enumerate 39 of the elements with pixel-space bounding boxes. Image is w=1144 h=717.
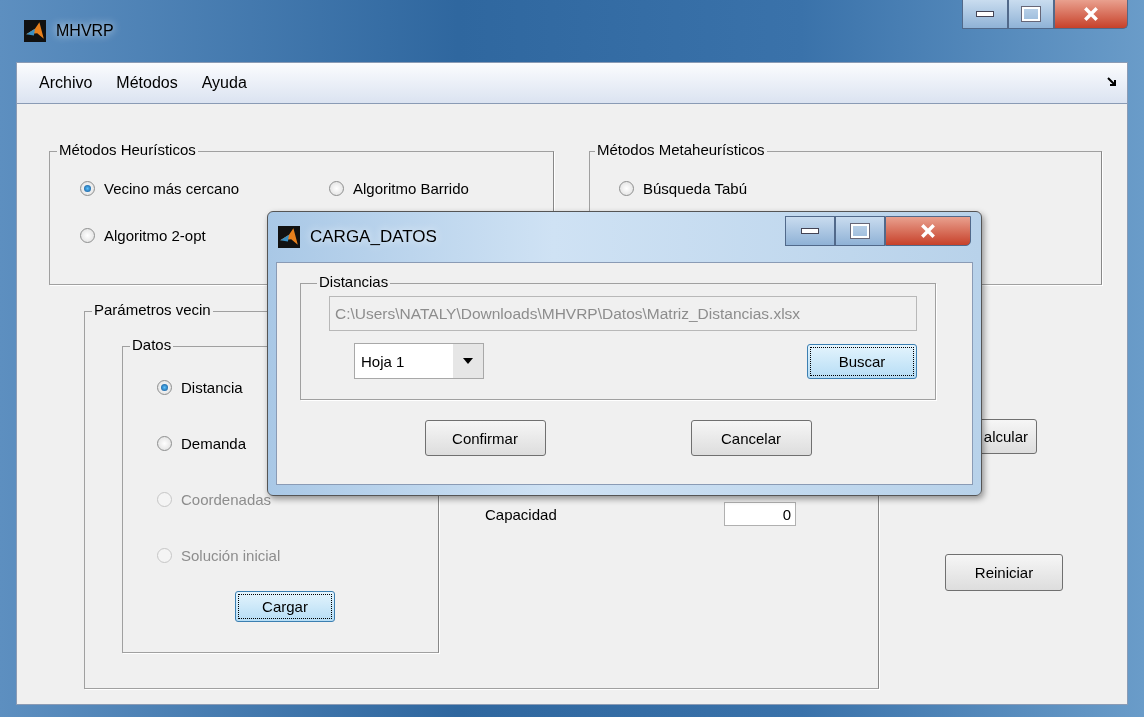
load-button[interactable]: Cargar [235, 591, 335, 622]
maximize-icon [1022, 7, 1040, 21]
radio-option[interactable]: Demanda [157, 435, 247, 452]
dialog-title: CARGA_DATOS [310, 227, 437, 247]
maximize-icon [851, 224, 869, 238]
panel-title: Métodos Heurísticos [57, 141, 198, 158]
app-logo-icon [278, 226, 300, 248]
maximize-button[interactable] [1008, 0, 1054, 29]
minimize-button[interactable] [962, 0, 1008, 29]
dialog-button[interactable]: Confirmar [424, 420, 546, 456]
radio-option[interactable]: Distancia [157, 379, 243, 396]
radio-option[interactable]: Vecino más cercano [80, 180, 240, 197]
minimize-icon [976, 11, 994, 17]
minimize-button[interactable] [785, 216, 835, 246]
panel-title: Métodos Metaheurísticos [595, 141, 767, 158]
sheet-dropdown[interactable]: Hoja 1 [354, 343, 484, 379]
maximize-button[interactable] [835, 216, 885, 246]
caret-icon [463, 358, 473, 364]
panel-title: Distancias [317, 273, 391, 290]
menu-item[interactable]: Archivo [27, 74, 105, 92]
reset-button[interactable]: Reiniciar [945, 554, 1063, 591]
capacity-field[interactable]: 0 [724, 502, 796, 526]
radio-option[interactable]: Algoritmo 2-opt [80, 227, 206, 244]
menu-item[interactable]: Métodos [104, 74, 190, 92]
close-button[interactable] [1054, 0, 1128, 29]
capacity-label: Capacidad [485, 506, 557, 523]
panel-title: Parámetros vecin [92, 301, 213, 318]
close-icon [920, 224, 936, 238]
radio-option[interactable]: Algoritmo Barrido [329, 180, 469, 197]
window-title: MHVRP [56, 22, 114, 40]
radio-option[interactable]: Búsqueda Tabú [619, 180, 747, 197]
dock-arrow-icon[interactable] [1107, 77, 1117, 87]
search-button[interactable]: Buscar [807, 343, 917, 379]
close-button[interactable] [885, 216, 971, 246]
app-logo-icon [24, 20, 46, 42]
dialog-button[interactable]: Cancelar [690, 420, 812, 456]
menu-item[interactable]: Ayuda [189, 74, 259, 92]
minimize-icon [801, 228, 819, 234]
close-icon [1083, 7, 1099, 21]
